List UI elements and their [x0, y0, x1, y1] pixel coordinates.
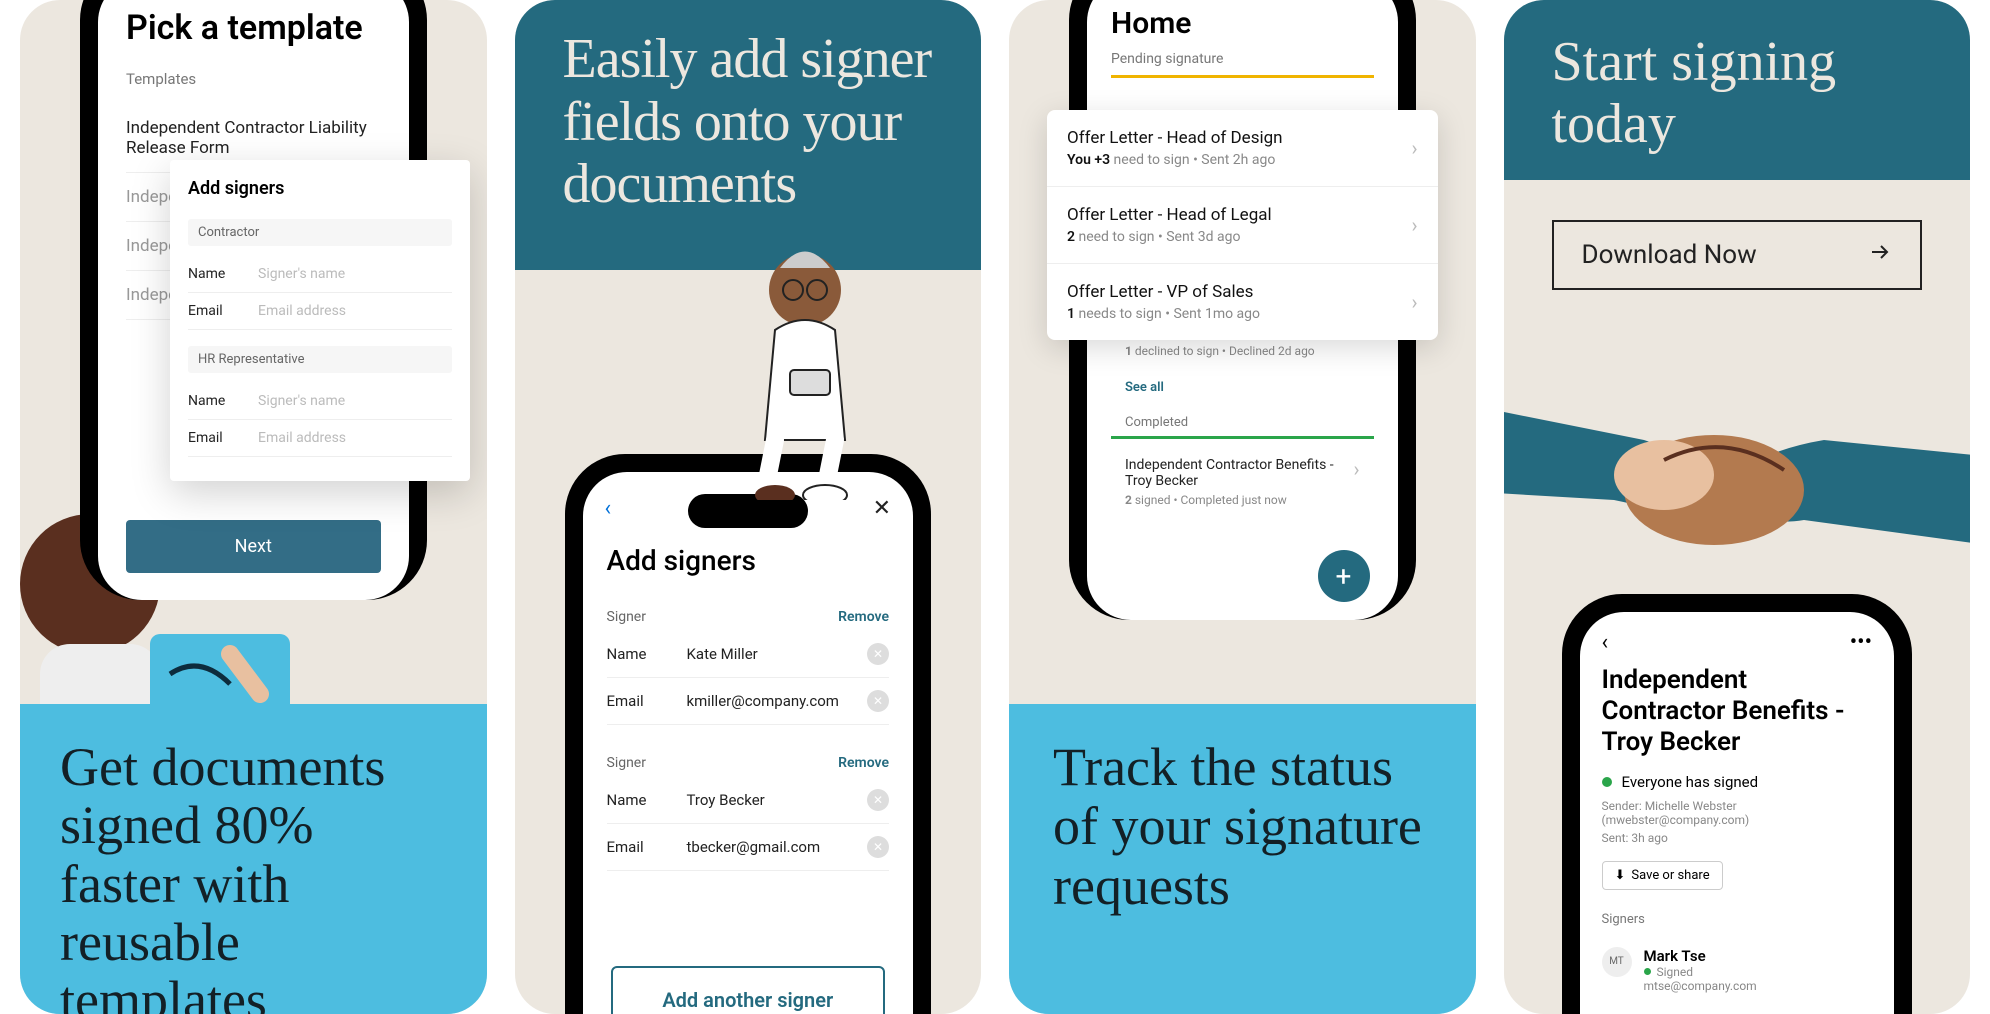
chevron-right-icon: › — [1411, 290, 1417, 314]
item-sub: 1 declined to sign • Declined 2d ago — [1125, 344, 1353, 358]
phone-frame: ‹ ••• Independent Contractor Benefits - … — [1562, 594, 1913, 1014]
email-label: Email — [188, 303, 258, 319]
more-icon[interactable]: ••• — [1850, 630, 1872, 655]
item-title: Independent Contractor Benefits - Troy B… — [1125, 457, 1353, 489]
card-caption: Easily add signer fields onto your docum… — [515, 0, 982, 270]
name-input[interactable]: Troy Becker — [687, 791, 868, 809]
item-sub: 2 need to sign • Sent 3d ago — [1067, 229, 1411, 245]
role-label-contractor: Contractor — [188, 219, 452, 246]
document-title: Independent Contractor Benefits - Troy B… — [1602, 665, 1873, 759]
download-button[interactable]: Download Now — [1552, 220, 1923, 290]
caption-text: Track the status of your signature reque… — [1053, 738, 1432, 916]
email-input[interactable]: Email address — [258, 430, 452, 446]
caption-text: Get documents signed 80% faster with reu… — [60, 738, 447, 1014]
signer-label: Signer — [607, 755, 646, 771]
item-title: Offer Letter - Head of Legal — [1067, 205, 1411, 225]
fab-add-button[interactable]: + — [1318, 550, 1370, 602]
pending-list-overlay: Offer Letter - Head of Design You +3 nee… — [1047, 110, 1438, 340]
email-label: Email — [607, 692, 687, 710]
section-header: Templates — [126, 70, 381, 88]
screen-title: Pick a template — [126, 8, 381, 48]
list-item[interactable]: Offer Letter - Head of Legal 2 need to s… — [1047, 187, 1438, 264]
add-signer-button[interactable]: Add another signer — [611, 966, 886, 1014]
card-caption: Get documents signed 80% faster with reu… — [20, 704, 487, 1014]
name-input[interactable]: Signer's name — [258, 393, 452, 409]
status-dot-icon — [1644, 968, 1651, 975]
email-input[interactable]: tbecker@gmail.com — [687, 838, 868, 856]
signer-row[interactable]: TA Tony Aung Signed taung@company.com — [1602, 1007, 1873, 1014]
phone-screen: ‹ ✕ Add signers Signer Remove Name Kate … — [583, 472, 914, 1014]
name-label: Name — [188, 393, 258, 409]
clear-icon[interactable]: ✕ — [867, 643, 889, 665]
arrow-right-icon — [1868, 240, 1892, 271]
card-caption: Start signing today — [1504, 0, 1971, 180]
name-input[interactable]: Signer's name — [258, 266, 452, 282]
list-item[interactable]: Independent Contractor Benefits - Troy B… — [1111, 445, 1374, 519]
name-label: Name — [607, 791, 687, 809]
overlay-title: Add signers — [188, 178, 452, 199]
illustration-person-phone — [695, 240, 915, 500]
sender-text: Sender: Michelle Webster (mwebster@compa… — [1602, 799, 1873, 827]
list-item[interactable]: Offer Letter - Head of Design You +3 nee… — [1047, 110, 1438, 187]
remove-button[interactable]: Remove — [838, 755, 889, 771]
sent-text: Sent: 3h ago — [1602, 831, 1873, 845]
item-title: Offer Letter - Head of Design — [1067, 128, 1411, 148]
add-signers-overlay: Add signers Contractor Name Signer's nam… — [170, 160, 470, 481]
name-input[interactable]: Kate Miller — [687, 645, 868, 663]
item-title: Offer Letter - VP of Sales — [1067, 282, 1411, 302]
email-input[interactable]: Email address — [258, 303, 452, 319]
download-label: Download Now — [1582, 240, 1757, 270]
caption-text: Easily add signer fields onto your docum… — [563, 28, 934, 216]
item-sub: You +3 need to sign • Sent 2h ago — [1067, 152, 1411, 168]
caption-text: Start signing today — [1552, 32, 1923, 155]
avatar: MT — [1602, 947, 1632, 977]
remove-button[interactable]: Remove — [838, 609, 889, 625]
screenshot-card-2: Easily add signer fields onto your docum… — [515, 0, 982, 1014]
next-button[interactable]: Next — [126, 520, 381, 573]
status-dot-icon — [1602, 777, 1612, 787]
phone-frame: ‹ ✕ Add signers Signer Remove Name Kate … — [565, 454, 932, 1014]
back-icon[interactable]: ‹ — [1602, 630, 1609, 655]
clear-icon[interactable]: ✕ — [867, 836, 889, 858]
signer-row[interactable]: MT Mark Tse Signed mtse@company.com — [1602, 937, 1873, 1007]
chevron-right-icon: › — [1411, 136, 1417, 160]
signer-email: mtse@company.com — [1644, 979, 1757, 993]
save-share-button[interactable]: ⬇ Save or share — [1602, 861, 1723, 890]
section-header: Pending signature — [1111, 51, 1374, 67]
email-input[interactable]: kmiller@company.com — [687, 692, 868, 710]
screenshot-card-3: Home Pending signature Total Compensatio… — [1009, 0, 1476, 1014]
screen-title: Home — [1111, 6, 1374, 41]
card-caption: Track the status of your signature reque… — [1009, 704, 1476, 1014]
phone-screen: ‹ ••• Independent Contractor Benefits - … — [1580, 612, 1895, 1014]
name-label: Name — [188, 266, 258, 282]
pending-bar — [1111, 75, 1374, 78]
completed-bar — [1111, 436, 1374, 439]
signer-status: Signed — [1644, 965, 1757, 979]
screen-title: Add signers — [607, 544, 890, 577]
back-icon[interactable]: ‹ — [605, 496, 612, 521]
status-text: Everyone has signed — [1622, 773, 1759, 791]
signer-name: Mark Tse — [1644, 947, 1757, 965]
screenshot-card-1: Pick a template Templates Independent Co… — [20, 0, 487, 1014]
clear-icon[interactable]: ✕ — [867, 789, 889, 811]
signers-header: Signers — [1602, 912, 1873, 927]
name-label: Name — [607, 645, 687, 663]
signer-label: Signer — [607, 609, 646, 625]
download-icon: ⬇ — [1615, 868, 1626, 883]
chevron-right-icon: › — [1353, 457, 1359, 507]
email-label: Email — [188, 430, 258, 446]
status-row: Everyone has signed — [1602, 773, 1873, 791]
item-sub: 1 needs to sign • Sent 1mo ago — [1067, 306, 1411, 322]
see-all-link[interactable]: See all — [1111, 370, 1374, 405]
section-header: Completed — [1111, 405, 1374, 436]
chevron-right-icon: › — [1411, 213, 1417, 237]
email-label: Email — [607, 838, 687, 856]
illustration-handshake — [1504, 340, 1971, 600]
role-label-hr: HR Representative — [188, 346, 452, 373]
screenshot-card-4: Start signing today Download Now ‹ ••• I… — [1504, 0, 1971, 1014]
item-sub: 2 signed • Completed just now — [1125, 493, 1353, 507]
save-label: Save or share — [1631, 868, 1709, 883]
clear-icon[interactable]: ✕ — [867, 690, 889, 712]
list-item[interactable]: Offer Letter - VP of Sales 1 needs to si… — [1047, 264, 1438, 340]
